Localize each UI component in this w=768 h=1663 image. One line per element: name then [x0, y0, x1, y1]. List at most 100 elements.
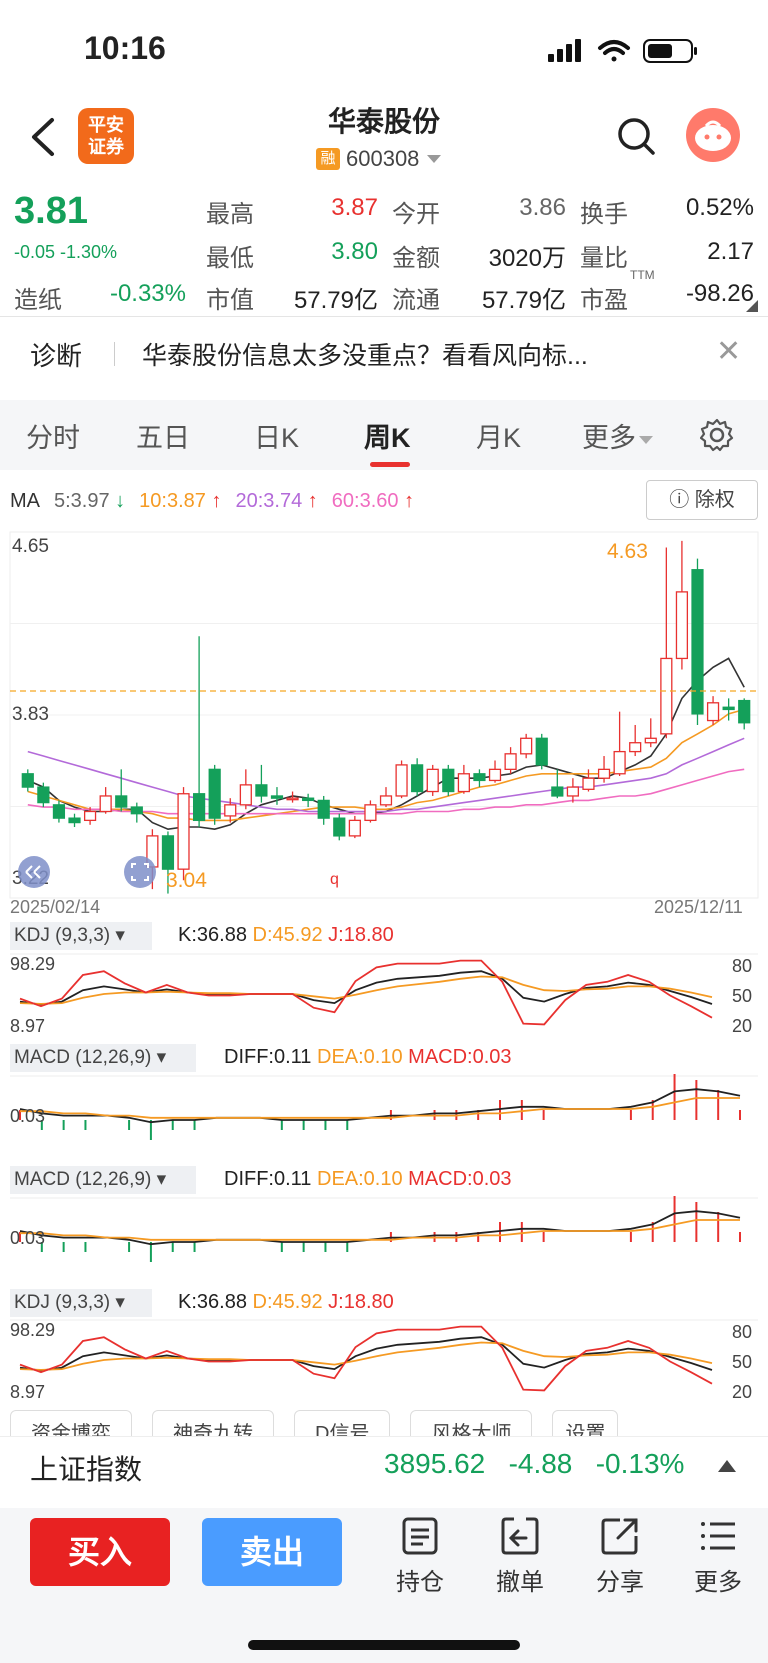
- buy-button[interactable]: 买入: [30, 1518, 170, 1586]
- cancel-order-button[interactable]: 撤单: [482, 1512, 558, 1597]
- low-value: 3.80: [331, 238, 378, 265]
- candle-body: [566, 786, 579, 797]
- candle-body: [675, 591, 689, 660]
- candle-body: [348, 819, 361, 837]
- kdj-k: K:36.88: [178, 1291, 247, 1313]
- candle-body: [457, 773, 470, 793]
- kdj-name: KDJ (9,3,3): [14, 925, 111, 946]
- sector-label[interactable]: 造纸: [14, 280, 62, 315]
- kdj-bottom-label: 8.97: [10, 1382, 45, 1402]
- x-end-label: 2025/12/11: [654, 897, 743, 916]
- kdj-values: K:36.88 D:45.92 J:18.80: [178, 1291, 394, 1314]
- candle-body: [208, 768, 221, 819]
- tab-monthly-k[interactable]: 月K: [476, 416, 521, 455]
- macd-chart-2[interactable]: 0.03: [0, 1196, 768, 1276]
- ma20-value: 20:3.74 ↑: [235, 490, 317, 516]
- candle-body: [130, 806, 143, 815]
- candle-body: [738, 699, 751, 724]
- settings-gear-icon[interactable]: [700, 418, 734, 452]
- macd-selector[interactable]: MACD (12,26,9) ▾: [10, 1166, 196, 1194]
- candle-body: [520, 737, 533, 755]
- index-name: 上证指数: [30, 1454, 143, 1485]
- kdj-j: J:18.80: [328, 1291, 394, 1313]
- candle-body: [239, 784, 252, 806]
- expand-up-icon[interactable]: [718, 1460, 736, 1472]
- kdj-values: K:36.88 D:45.92 J:18.80: [178, 924, 394, 947]
- macd-diff: DIFF:0.11: [224, 1046, 312, 1068]
- holdings-icon: [402, 1517, 438, 1555]
- kdj-50-label: 50: [732, 986, 752, 1006]
- assistant-avatar-icon[interactable]: [686, 108, 740, 162]
- close-icon[interactable]: ✕: [716, 334, 741, 369]
- y-mid-label: 3.83: [12, 704, 49, 725]
- ma10-text: 10:3.87: [139, 490, 206, 512]
- candle-body: [161, 835, 175, 870]
- tab-weekly-k[interactable]: 周K: [364, 416, 411, 455]
- cancel-order-label: 撤单: [496, 1569, 544, 1596]
- macd-dea-line: [20, 1219, 740, 1241]
- candlestick-chart[interactable]: 4.65 3.83 3.22 4.63 3.04 q 2025/02/14 20…: [0, 524, 768, 916]
- candle-body: [426, 768, 439, 793]
- home-indicator: [248, 1640, 520, 1650]
- more-label: 更多: [694, 1569, 742, 1596]
- x-start-label: 2025/02/14: [10, 897, 100, 916]
- turnover-label: 换手: [580, 201, 628, 228]
- diagnose-label[interactable]: 诊断: [30, 336, 82, 373]
- more-button[interactable]: 更多: [680, 1512, 756, 1597]
- macd-dea: DEA:0.10: [317, 1046, 403, 1068]
- status-icons: [548, 39, 697, 63]
- candle-body: [193, 793, 206, 822]
- expand-corner-icon[interactable]: [746, 300, 758, 312]
- arrow-up-icon: ↑: [211, 490, 222, 512]
- candle-body: [270, 795, 284, 799]
- candle-body: [21, 773, 34, 788]
- candle-body: [660, 657, 673, 735]
- kdj-selector[interactable]: KDJ (9,3,3) ▾: [10, 1289, 152, 1317]
- kdj-chart-1[interactable]: 98.29 8.97 80 50 20: [0, 952, 768, 1036]
- ex-rights-label: 除权: [694, 489, 735, 511]
- float-label: 流通: [392, 287, 440, 314]
- candle-body: [99, 795, 112, 813]
- kdj-k: K:36.88: [178, 924, 247, 946]
- kdj-20-label: 20: [732, 1016, 752, 1036]
- diagnose-text[interactable]: 华泰股份信息太多没重点？看看风向标...: [142, 336, 682, 372]
- candle-body: [224, 804, 237, 817]
- price-change: -0.05 -1.30%: [14, 242, 118, 262]
- sell-button[interactable]: 卖出: [202, 1518, 342, 1586]
- candle-body: [535, 737, 548, 766]
- ma60-value: 60:3.60 ↑: [332, 490, 414, 516]
- candle-body: [473, 773, 486, 782]
- tab-more-label: 更多: [582, 423, 636, 453]
- macd-values: DIFF:0.11 DEA:0.10 MACD:0.03: [224, 1168, 512, 1191]
- share-button[interactable]: 分享: [582, 1512, 658, 1597]
- turnover-value: 0.52%: [685, 194, 754, 221]
- arrow-up-icon: ↑: [307, 490, 318, 512]
- period-tabs: 分时 五日 日K 周K 月K 更多: [0, 400, 768, 470]
- arrow-up-icon: ↑: [404, 490, 415, 512]
- kdj-top-label: 98.29: [10, 1320, 55, 1340]
- wifi-icon: [598, 40, 630, 62]
- kdj-name: KDJ (9,3,3): [14, 1292, 111, 1313]
- tab-more[interactable]: 更多: [582, 416, 654, 455]
- macd-chart-1[interactable]: 0.03: [0, 1074, 768, 1154]
- ma-legend[interactable]: MA 5:3.97 ↓ 10:3.87 ↑ 20:3.74 ↑ 60:3.60 …: [10, 490, 414, 516]
- holdings-button[interactable]: 持仓: [382, 1512, 458, 1597]
- search-icon[interactable]: [614, 114, 658, 158]
- macd-selector[interactable]: MACD (12,26,9) ▾: [10, 1044, 196, 1072]
- candle-body: [411, 764, 424, 793]
- ma60-text: 60:3.60: [331, 490, 399, 512]
- kdj-d: D:45.92: [252, 1291, 323, 1313]
- candle-body: [551, 786, 564, 797]
- kdj-chart-2[interactable]: 98.29 8.97 80 50 20: [0, 1318, 768, 1402]
- ex-rights-button[interactable]: ⓘ 除权: [646, 480, 758, 520]
- tab-five-day[interactable]: 五日: [136, 416, 190, 455]
- tab-daily-k[interactable]: 日K: [254, 416, 299, 455]
- sector-change[interactable]: -0.33%: [86, 280, 186, 308]
- macd-macd: MACD:0.03: [408, 1168, 512, 1190]
- kdj-selector[interactable]: KDJ (9,3,3) ▾: [10, 922, 152, 950]
- pe-label: 市盈: [580, 287, 628, 314]
- stock-code-row[interactable]: 融 600308: [316, 146, 443, 172]
- vol-ratio-value: 2.17: [707, 238, 754, 265]
- tab-minute[interactable]: 分时: [26, 416, 80, 455]
- candle-body: [706, 702, 720, 722]
